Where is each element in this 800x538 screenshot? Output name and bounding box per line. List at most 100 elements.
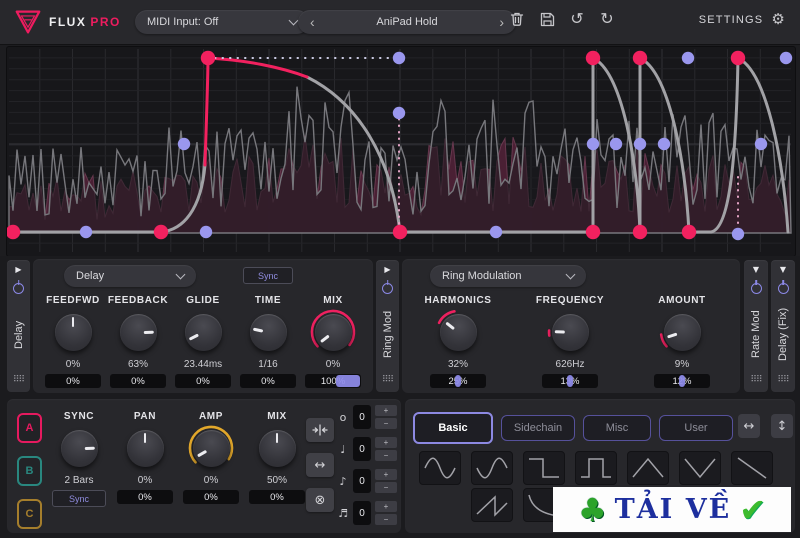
stretch-button[interactable]: ↔ <box>306 453 334 477</box>
knob-face[interactable] <box>551 313 589 351</box>
stepper-decrement-button[interactable]: − <box>375 514 397 525</box>
mod-amount-box[interactable]: 25% <box>430 374 486 388</box>
stepper-decrement-button[interactable]: − <box>375 418 397 429</box>
shape-tile-square-hl[interactable] <box>523 451 565 485</box>
envelope-handle-dot[interactable] <box>489 225 503 239</box>
shape-tile-saw-up[interactable] <box>471 488 513 522</box>
knob-face[interactable] <box>314 313 352 351</box>
redo-button[interactable]: ↻ <box>598 8 616 30</box>
stepper-value[interactable]: 0 <box>353 437 371 461</box>
knob-face[interactable] <box>184 313 222 351</box>
save-preset-button[interactable] <box>538 8 556 30</box>
module-strip-delay-fix[interactable]: ▼ Delay (Fix) ⠿⠿ <box>771 260 795 392</box>
envelope-node-dot[interactable] <box>200 50 216 66</box>
envelope-handle-dot[interactable] <box>681 51 695 65</box>
shape-tab-misc[interactable]: Misc <box>583 415 651 441</box>
module-strip-delay[interactable]: ▶ Delay ⠿⠿ <box>7 260 30 392</box>
power-icon[interactable] <box>13 283 24 294</box>
power-icon[interactable] <box>777 283 789 294</box>
envelope-handle-dot[interactable] <box>392 106 406 120</box>
envelope-handle-dot[interactable] <box>731 227 745 241</box>
knob-mix[interactable] <box>309 308 357 356</box>
mod-amount-box[interactable]: 0% <box>183 490 239 504</box>
knob-time[interactable] <box>244 308 292 356</box>
knob-face[interactable] <box>119 313 157 351</box>
mod-amount-thumb[interactable] <box>679 375 686 387</box>
envelope-handle-dot[interactable] <box>392 51 406 65</box>
shape-tab-sidechain[interactable]: Sidechain <box>501 415 575 441</box>
envelope-handle-dot[interactable] <box>199 225 213 239</box>
envelope-node-dot[interactable] <box>632 50 648 66</box>
clear-button[interactable]: ⊗ <box>306 488 334 512</box>
knob-glide[interactable] <box>179 308 227 356</box>
power-icon[interactable] <box>750 283 762 294</box>
power-icon[interactable] <box>382 283 393 294</box>
slot-button-c[interactable]: C <box>17 499 42 529</box>
envelope-handle-dot[interactable] <box>609 137 623 151</box>
shape-tab-user[interactable]: User <box>659 415 733 441</box>
knob-amount[interactable] <box>658 308 706 356</box>
drag-grid-icon[interactable]: ⠿⠿ <box>382 375 394 385</box>
preset-name[interactable]: AniPad Hold <box>376 16 437 28</box>
mod-amount-box[interactable]: 0% <box>249 490 305 504</box>
envelope-node-dot[interactable] <box>585 224 601 240</box>
knob-frequency[interactable] <box>546 308 594 356</box>
envelope-canvas[interactable] <box>7 47 793 254</box>
mod-amount-box[interactable]: 0% <box>175 374 231 388</box>
mod-amount-box[interactable]: 13% <box>542 374 598 388</box>
drag-grid-icon[interactable]: ⠿⠿ <box>750 375 762 385</box>
envelope-node-dot[interactable] <box>585 50 601 66</box>
envelope-node-dot[interactable] <box>392 224 408 240</box>
flip-horizontal-button[interactable]: ↔ <box>738 414 760 438</box>
knob-face[interactable] <box>192 429 230 467</box>
undo-button[interactable]: ↺ <box>568 8 586 30</box>
mod-amount-box[interactable]: 100% <box>305 374 361 388</box>
knob-sync[interactable] <box>55 424 103 472</box>
shape-tab-basic[interactable]: Basic <box>413 412 493 444</box>
envelope-node-dot[interactable] <box>681 224 697 240</box>
stepper-value[interactable]: 0 <box>353 405 371 429</box>
shape-tile-tri[interactable] <box>627 451 669 485</box>
knob-face[interactable] <box>663 313 701 351</box>
settings-button[interactable]: SETTINGS ⚙ <box>699 12 786 27</box>
envelope-display[interactable] <box>6 46 796 257</box>
delay-type-dropdown[interactable]: Delay <box>64 265 196 287</box>
delete-preset-button[interactable] <box>508 8 526 30</box>
knob-mix[interactable] <box>253 424 301 472</box>
shape-tile-saw-down[interactable] <box>731 451 773 485</box>
mod-amount-thumb[interactable] <box>567 375 574 387</box>
envelope-handle-dot[interactable] <box>754 137 768 151</box>
stepper-increment-button[interactable]: + <box>375 437 397 448</box>
collapse-points-button[interactable] <box>306 418 334 442</box>
knob-face[interactable] <box>60 429 98 467</box>
stepper-increment-button[interactable]: + <box>375 501 397 512</box>
mod-amount-thumb[interactable] <box>335 375 360 387</box>
flip-vertical-button[interactable]: ↕ <box>771 414 793 438</box>
drag-grid-icon[interactable]: ⠿⠿ <box>13 375 25 385</box>
knob-feedback[interactable] <box>114 308 162 356</box>
envelope-handle-dot[interactable] <box>586 137 600 151</box>
shape-tile-pulse[interactable] <box>575 451 617 485</box>
shape-tile-sine[interactable] <box>419 451 461 485</box>
knob-amp[interactable] <box>187 424 235 472</box>
delay-sync-toggle[interactable]: Sync <box>243 267 293 284</box>
mod-amount-box[interactable]: 0% <box>240 374 296 388</box>
knob-harmonics[interactable] <box>434 308 482 356</box>
stepper-value[interactable]: 0 <box>353 501 371 525</box>
envelope-node-dot[interactable] <box>632 224 648 240</box>
envelope-node-dot[interactable] <box>730 50 746 66</box>
stepper-decrement-button[interactable]: − <box>375 482 397 493</box>
stepper-increment-button[interactable]: + <box>375 405 397 416</box>
shape-tile-tri-inv[interactable] <box>679 451 721 485</box>
knob-pan[interactable] <box>121 424 169 472</box>
shape-tile-sine-inv[interactable] <box>471 451 513 485</box>
sync-toggle[interactable]: Sync <box>52 490 106 507</box>
knob-face[interactable] <box>249 313 287 351</box>
module-strip-ring-mod[interactable]: ▶ Ring Mod ⠿⠿ <box>376 260 399 392</box>
knob-face[interactable] <box>258 429 296 467</box>
knob-face[interactable] <box>54 313 92 351</box>
slot-button-a[interactable]: A <box>17 413 42 443</box>
preset-prev-button[interactable]: ‹ <box>308 14 317 30</box>
mod-amount-box[interactable]: 0% <box>110 374 166 388</box>
envelope-handle-dot[interactable] <box>79 225 93 239</box>
